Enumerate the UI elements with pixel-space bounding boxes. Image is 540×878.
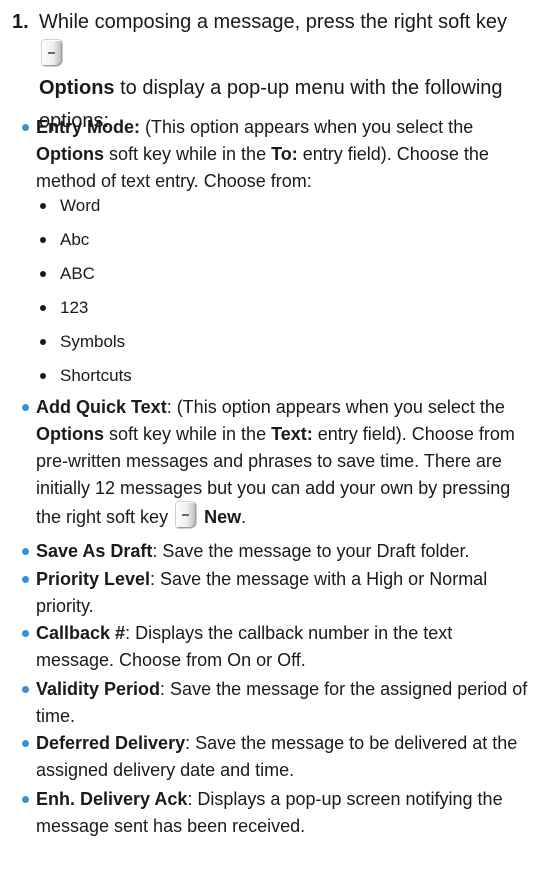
entry-option: Abc (40, 230, 89, 250)
bullet-icon (22, 630, 29, 637)
bullet-icon (22, 404, 29, 411)
bullet-icon (40, 203, 46, 209)
step-number: 1. (12, 11, 29, 33)
bullet-icon (40, 339, 46, 345)
list-item-priority-level: Priority Level: Save the message with a … (22, 566, 530, 620)
manual-page: 1. While composing a message, press the … (0, 0, 540, 878)
entry-option: ABC (40, 264, 95, 284)
bullet-icon (22, 548, 29, 555)
list-item-entry-mode: Entry Mode: (This option appears when yo… (22, 114, 530, 195)
right-soft-key-icon (176, 502, 197, 528)
bullet-icon (22, 796, 29, 803)
bullet-icon (22, 576, 29, 583)
right-soft-key-icon (42, 40, 62, 66)
bullet-icon (22, 686, 29, 693)
bullet-icon (40, 373, 46, 379)
list-item-save-as-draft: Save As Draft: Save the message to your … (22, 538, 530, 565)
bullet-icon (22, 124, 29, 131)
list-item-deferred-delivery: Deferred Delivery: Save the message to b… (22, 730, 530, 784)
entry-option: Word (40, 196, 100, 216)
entry-option: Shortcuts (40, 366, 132, 386)
entry-option: Symbols (40, 332, 125, 352)
entry-option: 123 (40, 298, 88, 318)
bullet-icon (22, 740, 29, 747)
bullet-icon (40, 271, 46, 277)
bullet-icon (40, 305, 46, 311)
list-item-enh-delivery-ack: Enh. Delivery Ack: Displays a pop-up scr… (22, 786, 530, 840)
list-item-validity-period: Validity Period: Save the message for th… (22, 676, 530, 730)
list-item-add-quick-text: Add Quick Text: (This option appears whe… (22, 394, 530, 531)
list-item-callback: Callback #: Displays the callback number… (22, 620, 530, 674)
bullet-icon (40, 237, 46, 243)
